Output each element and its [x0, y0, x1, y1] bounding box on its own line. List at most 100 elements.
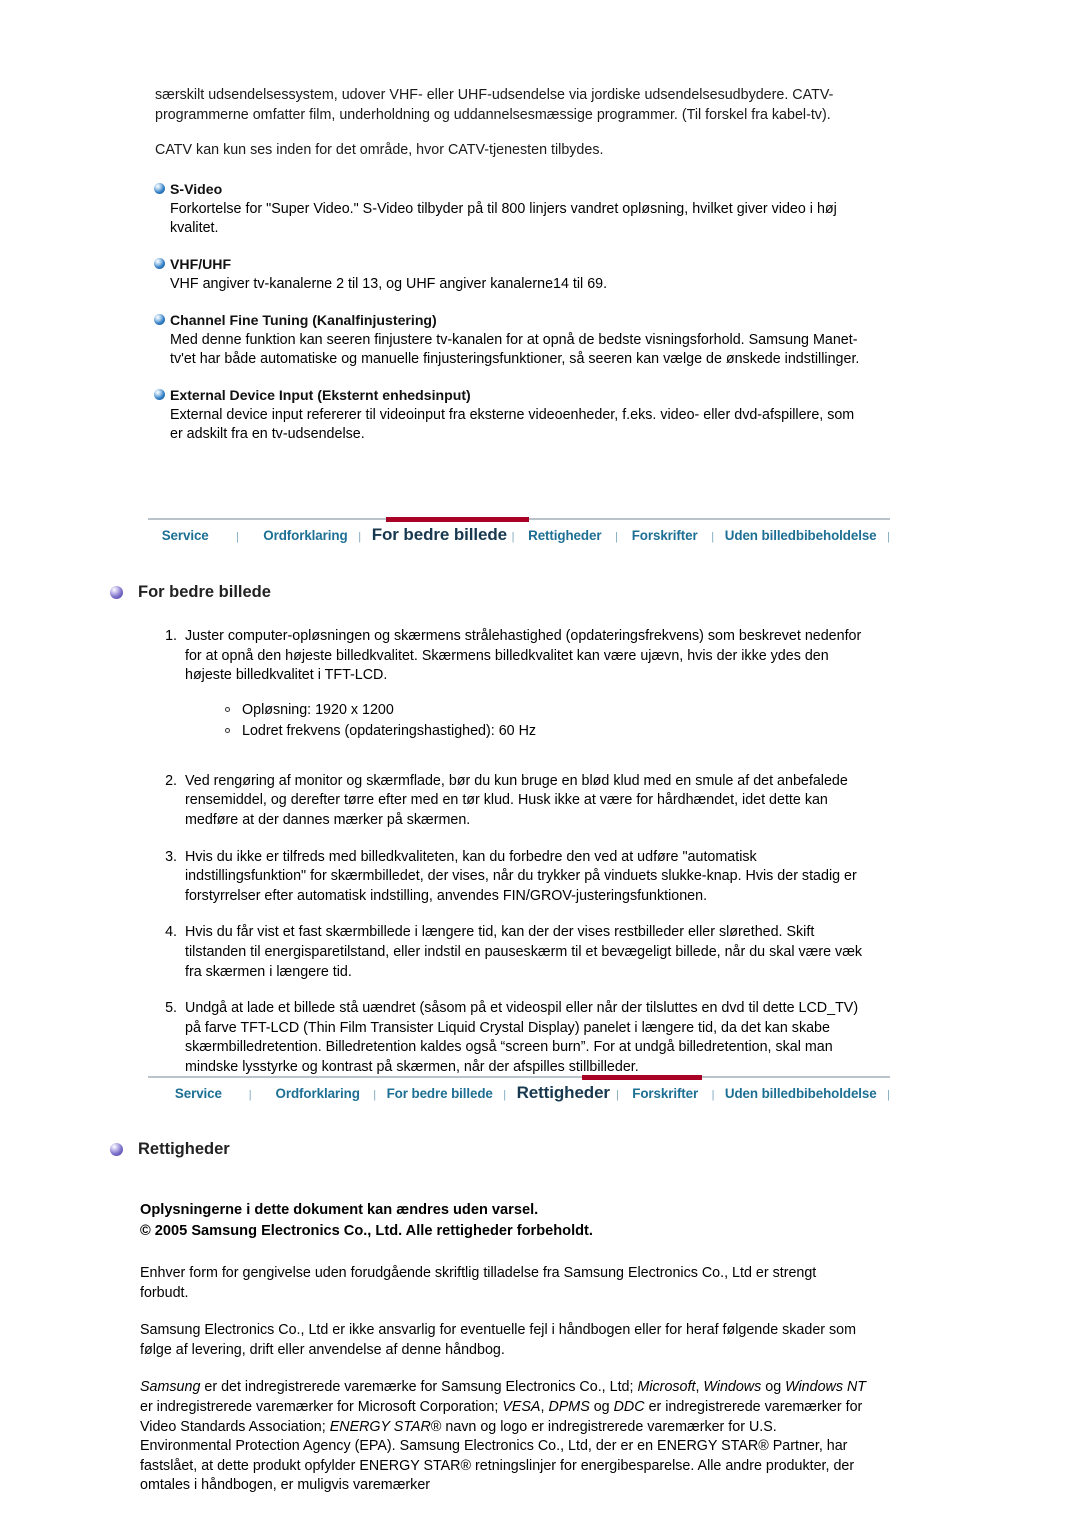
tab-rettigheder[interactable]: Rettigheder [517, 1081, 610, 1103]
tab-for-bedre-billede[interactable]: For bedre billede [372, 523, 507, 545]
tab-service[interactable]: Service [162, 526, 209, 543]
hollow-bullet-icon [225, 727, 230, 733]
document-page: særskilt udsendelsessystem, udover VHF- … [0, 0, 1080, 1528]
tab-separator: | [887, 1089, 890, 1101]
tab-ordforklaring[interactable]: Ordforklaring [276, 1084, 360, 1101]
trademark-italic-dpms: DPMS [548, 1398, 590, 1415]
tab-separator: | [358, 531, 362, 543]
term-body: Forkortelse for "Super Video." S-Video t… [170, 200, 837, 237]
trademark-italic-windows-nt: Windows NT [785, 1379, 867, 1396]
navbar-tab-list: Service | Ordforklaring | For bedre bill… [148, 1081, 890, 1103]
sub-list: Opløsning: 1920 x 1200 Lodret frekvens (… [185, 700, 870, 742]
reproduction-paragraph: Enhver form for gengivelse uden forudgåe… [140, 1265, 817, 1301]
tab-forskrifter[interactable]: Forskrifter [632, 526, 698, 543]
tab-forskrifter[interactable]: Forskrifter [632, 1084, 698, 1101]
sub-list-item-label: Lodret frekvens (opdateringshastighed): … [242, 722, 537, 739]
page-title-label: Rettigheder [138, 1140, 230, 1158]
term-s-video: S-Video Forkortelse for "Super Video." S… [154, 179, 867, 239]
picture-tips-list: 1. Juster computer-opløsningen og skærme… [155, 627, 870, 1095]
trademark-italic-ddc: DDC [613, 1398, 645, 1415]
term-title-label: External Device Input (Eksternt enhedsin… [170, 386, 471, 403]
blue-bullet-icon [154, 257, 165, 269]
catv-paragraph: CATV kan kun ses inden for det område, h… [155, 142, 604, 159]
term-body: External device input refererer til vide… [170, 406, 855, 443]
list-item-number: 1. [165, 628, 177, 644]
tab-separator: | [615, 531, 618, 543]
list-item: 4. Hvis du får vist et fast skærmbillede… [155, 923, 870, 982]
sub-list-item: Lodret frekvens (opdateringshastighed): … [225, 721, 870, 742]
list-item: 5. Undgå at lade et billede stå uændret … [155, 999, 870, 1077]
tab-separator: | [373, 1089, 377, 1101]
tab-service[interactable]: Service [175, 1084, 222, 1101]
navbar-bottom: Service | Ordforklaring | For bedre bill… [148, 1075, 890, 1112]
trademark-text: er det indregistrerede varemærke for Sam… [200, 1379, 638, 1396]
navbar-rule [148, 1076, 890, 1078]
copyright-line: © 2005 Samsung Electronics Co., Ltd. All… [140, 1223, 593, 1239]
blue-bullet-icon [154, 313, 165, 325]
navbar-top: Service | Ordforklaring | For bedre bill… [148, 517, 890, 554]
purple-bullet-icon [110, 1143, 123, 1156]
list-item: 1. Juster computer-opløsningen og skærme… [155, 627, 870, 742]
trademark-text: og [589, 1398, 614, 1415]
term-channel-fine-tuning: Channel Fine Tuning (Kanalfinjustering) … [154, 310, 867, 370]
list-item-text: Undgå at lade et billede stå uændret (så… [185, 1000, 859, 1075]
purple-bullet-icon [110, 586, 123, 599]
list-item-number: 4. [165, 924, 177, 941]
trademark-text: og [761, 1379, 786, 1396]
trademark-text: er indregistrerede varemærker for Micros… [140, 1398, 503, 1415]
term-title: Channel Fine Tuning (Kanalfinjustering) [154, 310, 867, 330]
sub-list-item: Opløsning: 1920 x 1200 [225, 700, 870, 721]
list-item: 2. Ved rengøring af monitor og skærmflad… [155, 772, 870, 831]
term-body: Med denne funktion kan seeren finjustere… [170, 331, 860, 368]
list-item-text: Hvis du ikke er tilfreds med billedkvali… [185, 848, 857, 904]
tab-separator: | [615, 1089, 619, 1101]
tab-rettigheder[interactable]: Rettigheder [528, 526, 601, 543]
trademark-italic-windows: Windows [703, 1379, 762, 1396]
term-external-device-input: External Device Input (Eksternt enhedsin… [154, 385, 867, 445]
tab-separator: | [711, 1089, 715, 1101]
glossary-section: særskilt udsendelsessystem, udover VHF- … [154, 86, 867, 460]
term-title: S-Video [154, 179, 867, 199]
term-body: VHF angiver tv-kanalerne 2 til 13, og UH… [170, 275, 608, 292]
hollow-bullet-icon [225, 706, 230, 712]
trademark-italic-energy-star: ENERGY STAR [329, 1418, 431, 1435]
tab-separator: | [711, 531, 715, 543]
liability-paragraph: Samsung Electronics Co., Ltd er ikke ans… [140, 1322, 857, 1358]
blue-bullet-icon [154, 182, 165, 194]
tab-separator: | [236, 531, 239, 543]
trademark-paragraph: Samsung er det indregistrerede varemærke… [140, 1378, 868, 1496]
trademark-italic-microsoft: Microsoft [637, 1379, 696, 1396]
list-item-text: Juster computer-opløsningen og skærmens … [185, 628, 862, 684]
list-item-number: 2. [165, 772, 177, 789]
active-tab-indicator [582, 1075, 702, 1080]
list-item-number: 5. [165, 1000, 177, 1017]
tab-separator: | [503, 1089, 507, 1101]
list-item: 3. Hvis du ikke er tilfreds med billedkv… [155, 848, 870, 907]
tab-separator: | [511, 531, 515, 543]
tab-separator: | [248, 1089, 252, 1101]
tab-separator: | [887, 531, 891, 543]
list-item-number: 3. [165, 848, 177, 865]
term-title-label: S-Video [170, 180, 223, 197]
intro-paragraph: særskilt udsendelsessystem, udover VHF- … [155, 87, 834, 123]
trademark-italic-vesa: VESA [502, 1398, 541, 1415]
list-item-text: Ved rengøring af monitor og skærmflade, … [185, 772, 848, 828]
blue-bullet-icon [154, 388, 165, 400]
tab-uden-billedbibeholdelse[interactable]: Uden billedbibeholdelse [725, 1084, 877, 1101]
term-title: External Device Input (Eksternt enhedsin… [154, 385, 867, 405]
active-tab-indicator [386, 517, 529, 522]
list-item-text: Hvis du får vist et fast skærmbillede i … [185, 924, 863, 980]
notice-line-1: Oplysningerne i dette dokument kan ændre… [140, 1202, 539, 1218]
term-title-label: VHF/UHF [170, 255, 232, 272]
rights-section: Oplysningerne i dette dokument kan ændre… [140, 1200, 868, 1514]
term-title-label: Channel Fine Tuning (Kanalfinjustering) [170, 311, 437, 328]
tab-for-bedre-billede[interactable]: For bedre billede [387, 1084, 493, 1101]
term-title: VHF/UHF [154, 254, 867, 274]
sub-list-item-label: Opløsning: 1920 x 1200 [242, 701, 394, 718]
term-vhf-uhf: VHF/UHF VHF angiver tv-kanalerne 2 til 1… [154, 254, 867, 295]
tab-ordforklaring[interactable]: Ordforklaring [263, 526, 347, 543]
page-title-label: For bedre billede [138, 583, 271, 601]
trademark-italic-samsung: Samsung [140, 1379, 201, 1396]
navbar-tab-list: Service | Ordforklaring | For bedre bill… [148, 523, 890, 545]
tab-uden-billedbibeholdelse[interactable]: Uden billedbibeholdelse [725, 526, 877, 543]
